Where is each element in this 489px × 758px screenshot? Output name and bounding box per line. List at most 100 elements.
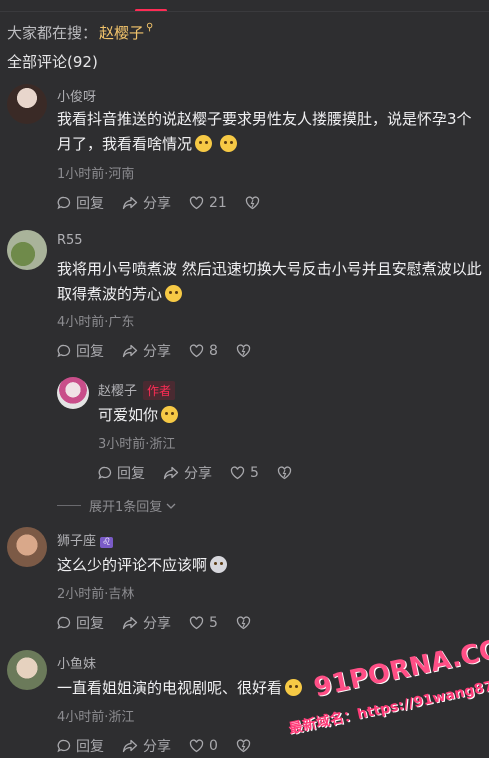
heart-icon — [189, 616, 204, 630]
reply-icon — [57, 196, 71, 210]
reply-author-name: 赵樱子 — [98, 384, 138, 399]
comment-author[interactable]: 小鱼妹 — [57, 653, 96, 672]
share-button[interactable]: 分享 — [163, 463, 212, 483]
comments-count: 全部评论(92) — [7, 53, 98, 71]
share-label: 分享 — [143, 344, 171, 360]
comment-meta: 4小时前·浙江 — [57, 710, 135, 725]
expand-replies-button[interactable]: 展开1条回复 — [57, 496, 177, 515]
share-label: 分享 — [143, 739, 171, 755]
expand-replies-label: 展开1条回复 — [89, 500, 163, 515]
medal-emoji-icon — [285, 679, 303, 696]
reply-label: 回复 — [76, 616, 104, 632]
search-prefix: 大家都在搜： — [7, 24, 98, 42]
reply-text: 可爱如你 — [98, 403, 478, 428]
share-button[interactable]: 分享 — [122, 613, 171, 633]
share-label: 分享 — [143, 616, 171, 632]
comment-text-content: 这么少的评论不应该啊 — [57, 556, 208, 574]
share-icon — [122, 616, 138, 630]
like-button[interactable]: 0 — [189, 738, 218, 754]
share-button[interactable]: 分享 — [122, 341, 171, 361]
comment-actions: 回复 分享 5 — [57, 613, 274, 633]
reply-label: 回复 — [76, 196, 104, 212]
author-badge: 作者 — [143, 381, 176, 400]
like-count: 0 — [209, 738, 218, 754]
share-button[interactable]: 分享 — [122, 193, 171, 213]
heart-icon — [189, 344, 204, 358]
reply-meta: 3小时前·浙江 — [98, 437, 176, 452]
comment-actions: 回复 分享 8 — [57, 341, 274, 361]
comment-text-content: 一直看姐姐演的电视剧呢、很好看 — [57, 679, 283, 697]
like-count: 21 — [209, 195, 227, 211]
search-suggestion[interactable]: 大家都在搜： 赵樱子 ⚲ — [7, 22, 153, 43]
like-button[interactable]: 5 — [230, 465, 259, 481]
dislike-button[interactable] — [236, 739, 256, 753]
reply-button[interactable]: 回复 — [57, 613, 104, 633]
comment-text-content: 我将用小号喷煮波 然后迅速切换大号反击小号并且安慰煮波以此取得煮波的芳心 — [57, 260, 482, 303]
heart-icon — [189, 196, 204, 210]
reply-icon — [98, 466, 112, 480]
comment-meta: 4小时前·广东 — [57, 315, 135, 330]
dislike-button[interactable] — [236, 344, 256, 358]
chevron-down-icon — [166, 503, 176, 509]
reply-label: 回复 — [117, 466, 145, 482]
share-button[interactable]: 分享 — [122, 736, 171, 756]
share-icon — [122, 739, 138, 753]
dislike-icon — [277, 466, 292, 480]
dislike-icon — [236, 344, 251, 358]
dislike-icon — [236, 739, 251, 753]
reply-label: 回复 — [76, 344, 104, 360]
comment-text: 这么少的评论不应该啊 — [57, 553, 485, 578]
comment-author[interactable]: 小俊呀 — [57, 86, 96, 105]
comment-actions: 回复 分享 0 — [57, 736, 274, 756]
avatar[interactable] — [7, 84, 47, 124]
comment-text-content: 我看抖音推送的说赵樱子要求男性友人搂腰摸肚，说是怀孕3个月了，我看看啥情况 — [57, 110, 472, 153]
like-count: 5 — [250, 465, 259, 481]
thinking-emoji-icon — [161, 406, 179, 423]
leo-icon: ♌ — [100, 537, 114, 548]
heart-icon — [230, 466, 245, 480]
comment-author[interactable]: R55 — [57, 233, 83, 248]
comment-author[interactable]: 狮子座 ♌ — [57, 530, 114, 549]
dislike-icon — [236, 616, 251, 630]
like-button[interactable]: 8 — [189, 343, 218, 359]
comment-meta: 1小时前·河南 — [57, 167, 135, 182]
avatar[interactable] — [7, 527, 47, 567]
reply-button[interactable]: 回复 — [57, 736, 104, 756]
dislike-icon — [245, 196, 259, 210]
comment-text: 我看抖音推送的说赵樱子要求男性友人搂腰摸肚，说是怀孕3个月了，我看看啥情况 — [57, 107, 485, 157]
reply-button[interactable]: 回复 — [57, 193, 104, 213]
comment-actions: 回复 分享 21 — [57, 193, 283, 213]
search-icon: ⚲ — [146, 22, 154, 33]
reply-button[interactable]: 回复 — [57, 341, 104, 361]
medal-emoji-icon — [165, 285, 183, 302]
search-keyword[interactable]: 赵樱子 — [99, 22, 144, 43]
heart-icon — [189, 739, 204, 753]
reply-button[interactable]: 回复 — [98, 463, 145, 483]
avatar[interactable] — [7, 650, 47, 690]
dislike-button[interactable] — [277, 466, 297, 480]
avatar[interactable] — [57, 377, 89, 409]
reply-label: 回复 — [76, 739, 104, 755]
dislike-button[interactable] — [245, 196, 265, 210]
share-icon — [163, 466, 179, 480]
dislike-button[interactable] — [236, 616, 256, 630]
avatar[interactable] — [7, 230, 47, 270]
cat-emoji-icon — [210, 556, 228, 573]
divider — [0, 11, 489, 12]
reply-icon — [57, 616, 71, 630]
like-button[interactable]: 5 — [189, 615, 218, 631]
share-icon — [122, 196, 138, 210]
cold-sweat-emoji-icon — [219, 135, 237, 152]
like-count: 8 — [209, 343, 218, 359]
reply-actions: 回复 分享 5 — [98, 463, 315, 483]
share-icon — [122, 344, 138, 358]
reply-icon — [57, 344, 71, 358]
comment-meta: 2小时前·吉林 — [57, 587, 135, 602]
like-button[interactable]: 21 — [189, 195, 227, 211]
reply-icon — [57, 739, 71, 753]
grimace-emoji-icon — [195, 135, 213, 152]
comment-author-name: 狮子座 — [57, 534, 97, 549]
divider — [57, 505, 81, 506]
reply-author[interactable]: 赵樱子 作者 — [98, 380, 176, 400]
comment-text: 我将用小号喷煮波 然后迅速切换大号反击小号并且安慰煮波以此取得煮波的芳心 — [57, 257, 485, 307]
